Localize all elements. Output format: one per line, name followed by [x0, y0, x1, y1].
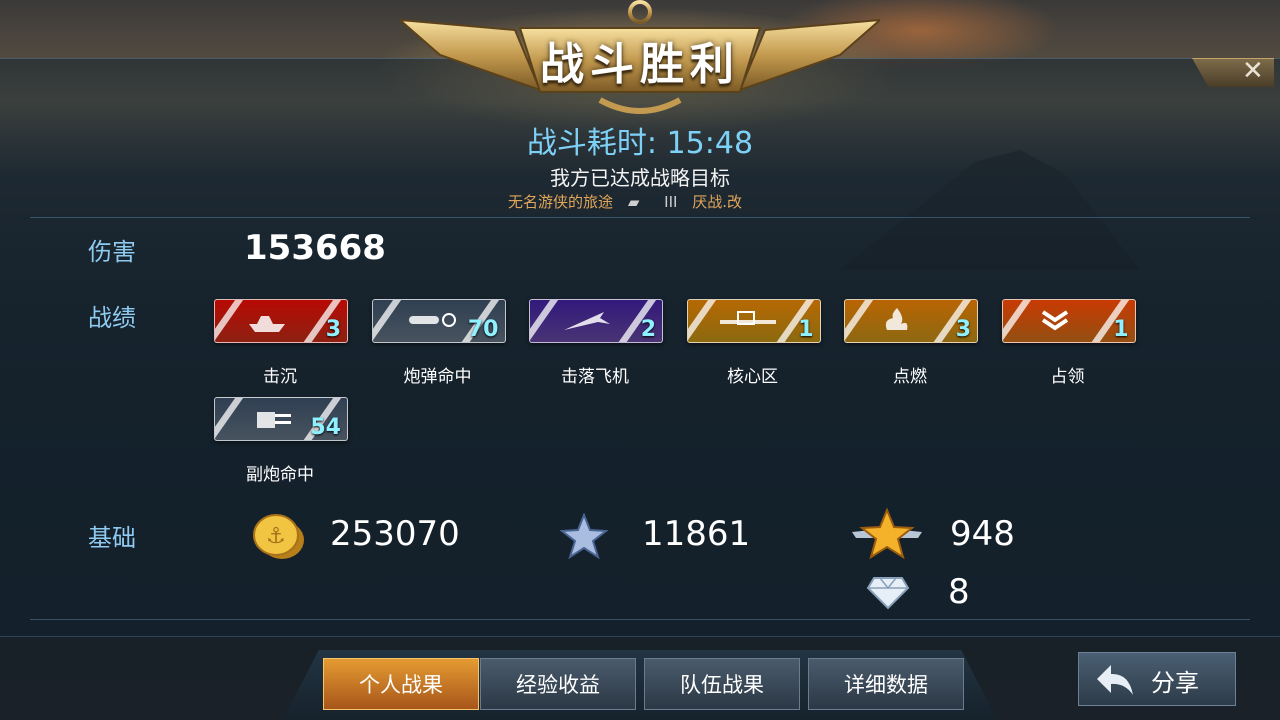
- fire-icon: [885, 308, 908, 330]
- close-icon[interactable]: ✕: [1242, 58, 1264, 86]
- achievement-label: 点燃: [893, 367, 927, 387]
- divider: [30, 217, 1250, 218]
- achievement-medal[interactable]: 1: [1001, 299, 1136, 343]
- tab-exp-earnings[interactable]: 经验收益: [480, 658, 636, 710]
- ship-exp-value: 11861: [642, 514, 751, 554]
- achievement-medal[interactable]: 3: [214, 299, 348, 343]
- achievement-medal[interactable]: 3: [844, 299, 978, 343]
- citadel-icon: [719, 311, 776, 325]
- captain-exp-value: 948: [950, 514, 1015, 554]
- ship-tier: III: [664, 193, 678, 211]
- player-name: 无名游侠的旅途: [508, 193, 614, 211]
- battle-time: 战斗耗时: 15:48: [526, 126, 754, 161]
- plane-down-icon: [564, 312, 610, 330]
- capture-icon: [1041, 310, 1068, 331]
- tab-personal-results[interactable]: 个人战果: [323, 658, 479, 710]
- achievement-label: 击沉: [263, 367, 297, 387]
- diamond-icon: [866, 577, 910, 610]
- tab-detailed-data[interactable]: 详细数据: [808, 658, 964, 710]
- achievement-label: 击落飞机: [561, 367, 629, 387]
- achievement-count: 1: [798, 317, 814, 342]
- achievement-label: 副炮命中: [246, 465, 314, 485]
- ship-name: 厌战.改: [692, 193, 742, 211]
- share-label[interactable]: 分享: [1151, 663, 1199, 698]
- achievement-count: 2: [640, 317, 656, 342]
- objective-text: 我方已达成战略目标: [550, 166, 730, 190]
- damage-value: 153668: [244, 228, 386, 268]
- player-ship-info: 无名游侠的旅途 ▰ III 厌战.改: [0, 191, 1250, 212]
- achievement-count: 3: [955, 317, 971, 342]
- secondary-gun-icon: [257, 412, 291, 428]
- achievement-count: 54: [310, 415, 341, 440]
- tab-team-results[interactable]: 队伍战果: [644, 658, 800, 710]
- achievement-count: 3: [325, 317, 341, 342]
- diamond-value: 8: [948, 572, 970, 612]
- achievement-label: 炮弹命中: [403, 367, 472, 387]
- achievement-label: 核心区: [727, 367, 778, 387]
- share-button[interactable]: 分享: [1078, 652, 1236, 706]
- achievements-label: 战绩: [88, 304, 136, 332]
- ship-exp-star-icon: [560, 513, 608, 559]
- achievement-medal[interactable]: 54: [214, 397, 348, 441]
- base-label: 基础: [88, 524, 136, 552]
- shell-hit-icon: [408, 313, 456, 327]
- coin-icon: ⚓: [253, 514, 304, 559]
- damage-label: 伤害: [88, 238, 136, 266]
- divider: [30, 619, 1250, 620]
- captain-exp-icon: [852, 508, 922, 560]
- victory-badge: 战斗胜利: [400, 0, 880, 118]
- achievement-count: 70: [467, 317, 499, 342]
- achievement-count: 1: [1113, 317, 1129, 342]
- achievement-medal[interactable]: 70: [371, 299, 506, 343]
- sinking-ship-icon: [249, 316, 285, 332]
- share-arrow-icon: [1097, 665, 1133, 695]
- victory-title: 战斗胜利: [540, 39, 740, 90]
- coins-value: 253070: [330, 514, 460, 554]
- achievement-medal[interactable]: 1: [686, 299, 821, 343]
- achievement-medal[interactable]: 2: [529, 299, 663, 343]
- achievement-label: 占领: [1050, 367, 1085, 387]
- ship-class-icon: ▰: [627, 193, 640, 211]
- svg-text:⚓: ⚓: [266, 524, 286, 549]
